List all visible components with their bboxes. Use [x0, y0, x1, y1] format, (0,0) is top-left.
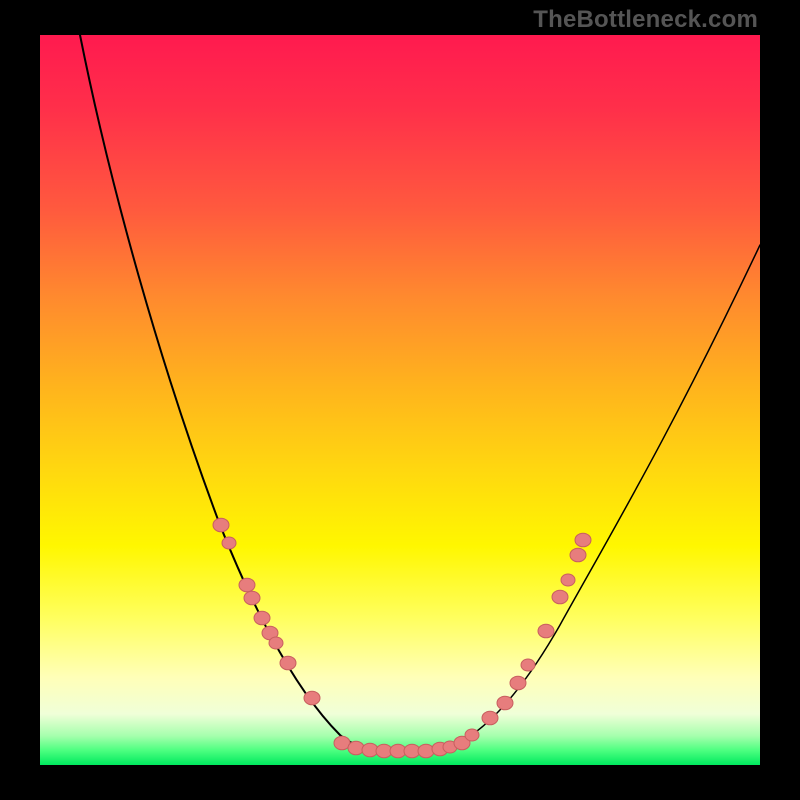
data-dot	[254, 611, 270, 625]
data-dot	[269, 637, 283, 649]
plot-area	[40, 35, 760, 765]
data-dot	[244, 591, 260, 605]
dots-floor-group	[334, 736, 457, 758]
data-dot	[561, 574, 575, 586]
data-dot	[482, 711, 498, 725]
data-dot	[510, 676, 526, 690]
data-dot	[575, 533, 591, 547]
data-dot	[213, 518, 229, 532]
data-dot	[552, 590, 568, 604]
data-dot	[570, 548, 586, 562]
right-branch-curve	[440, 245, 760, 750]
data-dot	[239, 578, 255, 592]
data-dot	[521, 659, 535, 671]
data-dot	[497, 696, 513, 710]
chart-frame: TheBottleneck.com	[0, 0, 800, 800]
data-dot	[465, 729, 479, 741]
dots-left-group	[213, 518, 320, 705]
dots-right-group	[454, 533, 591, 750]
data-dot	[280, 656, 296, 670]
left-branch-curve	[80, 35, 385, 751]
data-dot	[418, 744, 434, 758]
data-dot	[348, 741, 364, 755]
data-dot	[304, 691, 320, 705]
data-dot	[222, 537, 236, 549]
attribution-label: TheBottleneck.com	[533, 6, 758, 34]
curve-layer	[40, 35, 760, 765]
data-dot	[538, 624, 554, 638]
